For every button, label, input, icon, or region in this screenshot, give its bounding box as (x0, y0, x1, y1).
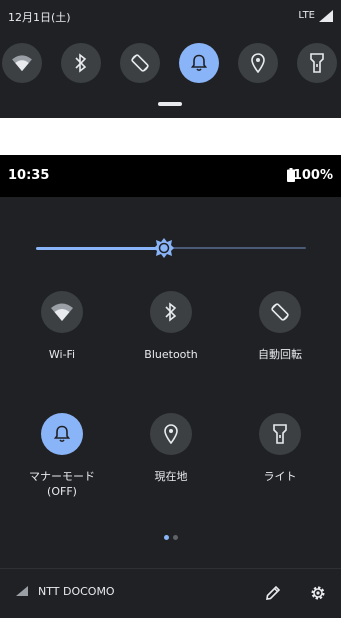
status-clock: 10:35 (8, 168, 50, 183)
wifi-icon (12, 55, 32, 72)
brightness-icon[interactable] (153, 237, 175, 259)
tile-auto-rotate-label: 自動回転 (258, 348, 302, 361)
tile-manner-mode[interactable] (41, 413, 83, 455)
tile-location[interactable] (150, 413, 192, 455)
status-date: 12月1日(土) (8, 11, 71, 24)
network-type: LTE (298, 10, 315, 21)
pencil-icon[interactable] (264, 584, 282, 602)
location-icon (251, 53, 265, 73)
brightness-slider-active-track[interactable] (36, 247, 164, 250)
tile-bluetooth-label: Bluetooth (144, 348, 198, 361)
signal-icon (16, 586, 28, 596)
collapsed-tile-rotate[interactable] (120, 43, 160, 83)
page-indicator-current[interactable] (164, 535, 169, 540)
gear-icon[interactable] (309, 584, 327, 602)
collapsed-tile-bluetooth[interactable] (61, 43, 101, 83)
tile-wifi[interactable] (41, 291, 83, 333)
flashlight-icon (310, 53, 324, 73)
panel-drag-handle[interactable] (158, 102, 182, 106)
bell-icon (191, 54, 207, 72)
bluetooth-icon (165, 302, 177, 322)
wifi-icon (51, 303, 73, 321)
signal-icon (319, 10, 333, 22)
brightness-slider-track[interactable] (164, 247, 306, 249)
tile-manner-mode-title: マナーモード (29, 470, 95, 483)
rotate-icon (271, 303, 289, 321)
tile-manner-mode-label: マナーモード (OFF) (7, 469, 117, 499)
tile-location-label: 現在地 (154, 470, 188, 483)
collapsed-tile-location[interactable] (238, 43, 278, 83)
collapsed-tile-wifi[interactable] (2, 43, 42, 83)
bell-icon (54, 425, 70, 443)
tile-flashlight[interactable] (259, 413, 301, 455)
battery-percentage: 100% (292, 168, 333, 183)
tile-wifi-label: Wi-Fi (48, 348, 76, 361)
tile-bluetooth[interactable] (150, 291, 192, 333)
collapsed-tile-flashlight[interactable] (297, 43, 337, 83)
tile-auto-rotate[interactable] (259, 291, 301, 333)
tile-manner-mode-status: (OFF) (47, 485, 77, 498)
footer-divider (0, 568, 341, 569)
rotate-icon (131, 54, 149, 72)
carrier-name: NTT DOCOMO (38, 585, 115, 598)
tile-flashlight-label: ライト (263, 470, 297, 483)
collapsed-tile-manner-mode[interactable] (179, 43, 219, 83)
bluetooth-icon (75, 53, 87, 73)
flashlight-icon (273, 424, 287, 444)
location-icon (164, 424, 178, 444)
page-indicator[interactable] (173, 535, 178, 540)
expanded-quick-settings (0, 155, 341, 618)
